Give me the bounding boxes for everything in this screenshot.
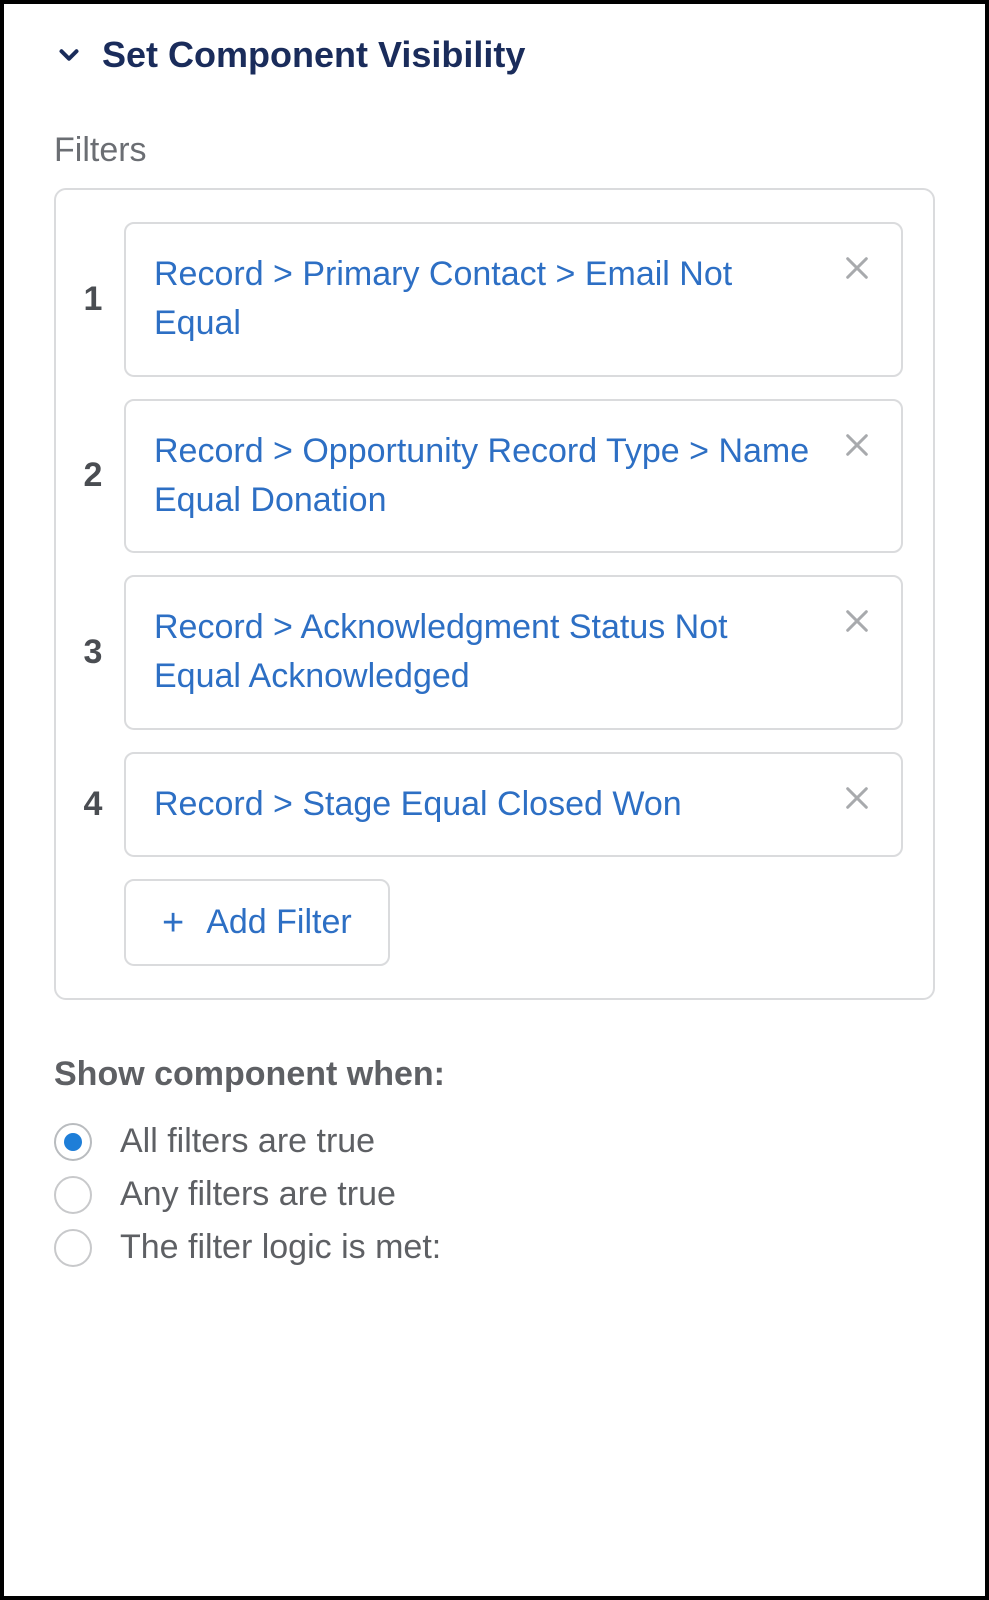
radio-selected-dot	[64, 1133, 82, 1151]
filter-number: 4	[76, 785, 110, 824]
radio-option-logic[interactable]: The filter logic is met:	[54, 1228, 935, 1267]
add-filter-label: Add Filter	[206, 903, 352, 942]
filter-box[interactable]: Record > Primary Contact > Email Not Equ…	[124, 222, 903, 377]
radio-label: Any filters are true	[120, 1175, 396, 1214]
add-filter-button[interactable]: + Add Filter	[124, 879, 390, 966]
filter-row: 3 Record > Acknowledgment Status Not Equ…	[76, 575, 903, 730]
filter-text: Record > Primary Contact > Email Not Equ…	[154, 250, 821, 349]
radio-button[interactable]	[54, 1176, 92, 1214]
plus-icon: +	[162, 904, 184, 942]
close-icon[interactable]	[841, 605, 873, 642]
add-filter-row: + Add Filter	[76, 879, 903, 966]
filter-row: 2 Record > Opportunity Record Type > Nam…	[76, 399, 903, 554]
close-icon[interactable]	[841, 429, 873, 466]
filter-box[interactable]: Record > Opportunity Record Type > Name …	[124, 399, 903, 554]
radio-option-any[interactable]: Any filters are true	[54, 1175, 935, 1214]
filter-text: Record > Opportunity Record Type > Name …	[154, 427, 821, 526]
chevron-down-icon	[54, 40, 84, 70]
radio-label: The filter logic is met:	[120, 1228, 441, 1267]
filters-container: 1 Record > Primary Contact > Email Not E…	[54, 188, 935, 1000]
close-icon[interactable]	[841, 782, 873, 819]
filter-text: Record > Acknowledgment Status Not Equal…	[154, 603, 821, 702]
radio-label: All filters are true	[120, 1122, 375, 1161]
filter-number: 2	[76, 456, 110, 495]
filter-number: 1	[76, 280, 110, 319]
radio-group: All filters are true Any filters are tru…	[54, 1122, 935, 1267]
filter-row: 4 Record > Stage Equal Closed Won	[76, 752, 903, 857]
show-when-label: Show component when:	[54, 1055, 935, 1094]
section-header[interactable]: Set Component Visibility	[54, 34, 935, 76]
filter-text: Record > Stage Equal Closed Won	[154, 780, 682, 829]
filter-box[interactable]: Record > Acknowledgment Status Not Equal…	[124, 575, 903, 730]
close-icon[interactable]	[841, 252, 873, 289]
filters-label: Filters	[54, 131, 935, 170]
filter-box[interactable]: Record > Stage Equal Closed Won	[124, 752, 903, 857]
section-title: Set Component Visibility	[102, 34, 525, 76]
filter-row: 1 Record > Primary Contact > Email Not E…	[76, 222, 903, 377]
radio-button[interactable]	[54, 1123, 92, 1161]
radio-option-all[interactable]: All filters are true	[54, 1122, 935, 1161]
filter-number: 3	[76, 633, 110, 672]
radio-button[interactable]	[54, 1229, 92, 1267]
